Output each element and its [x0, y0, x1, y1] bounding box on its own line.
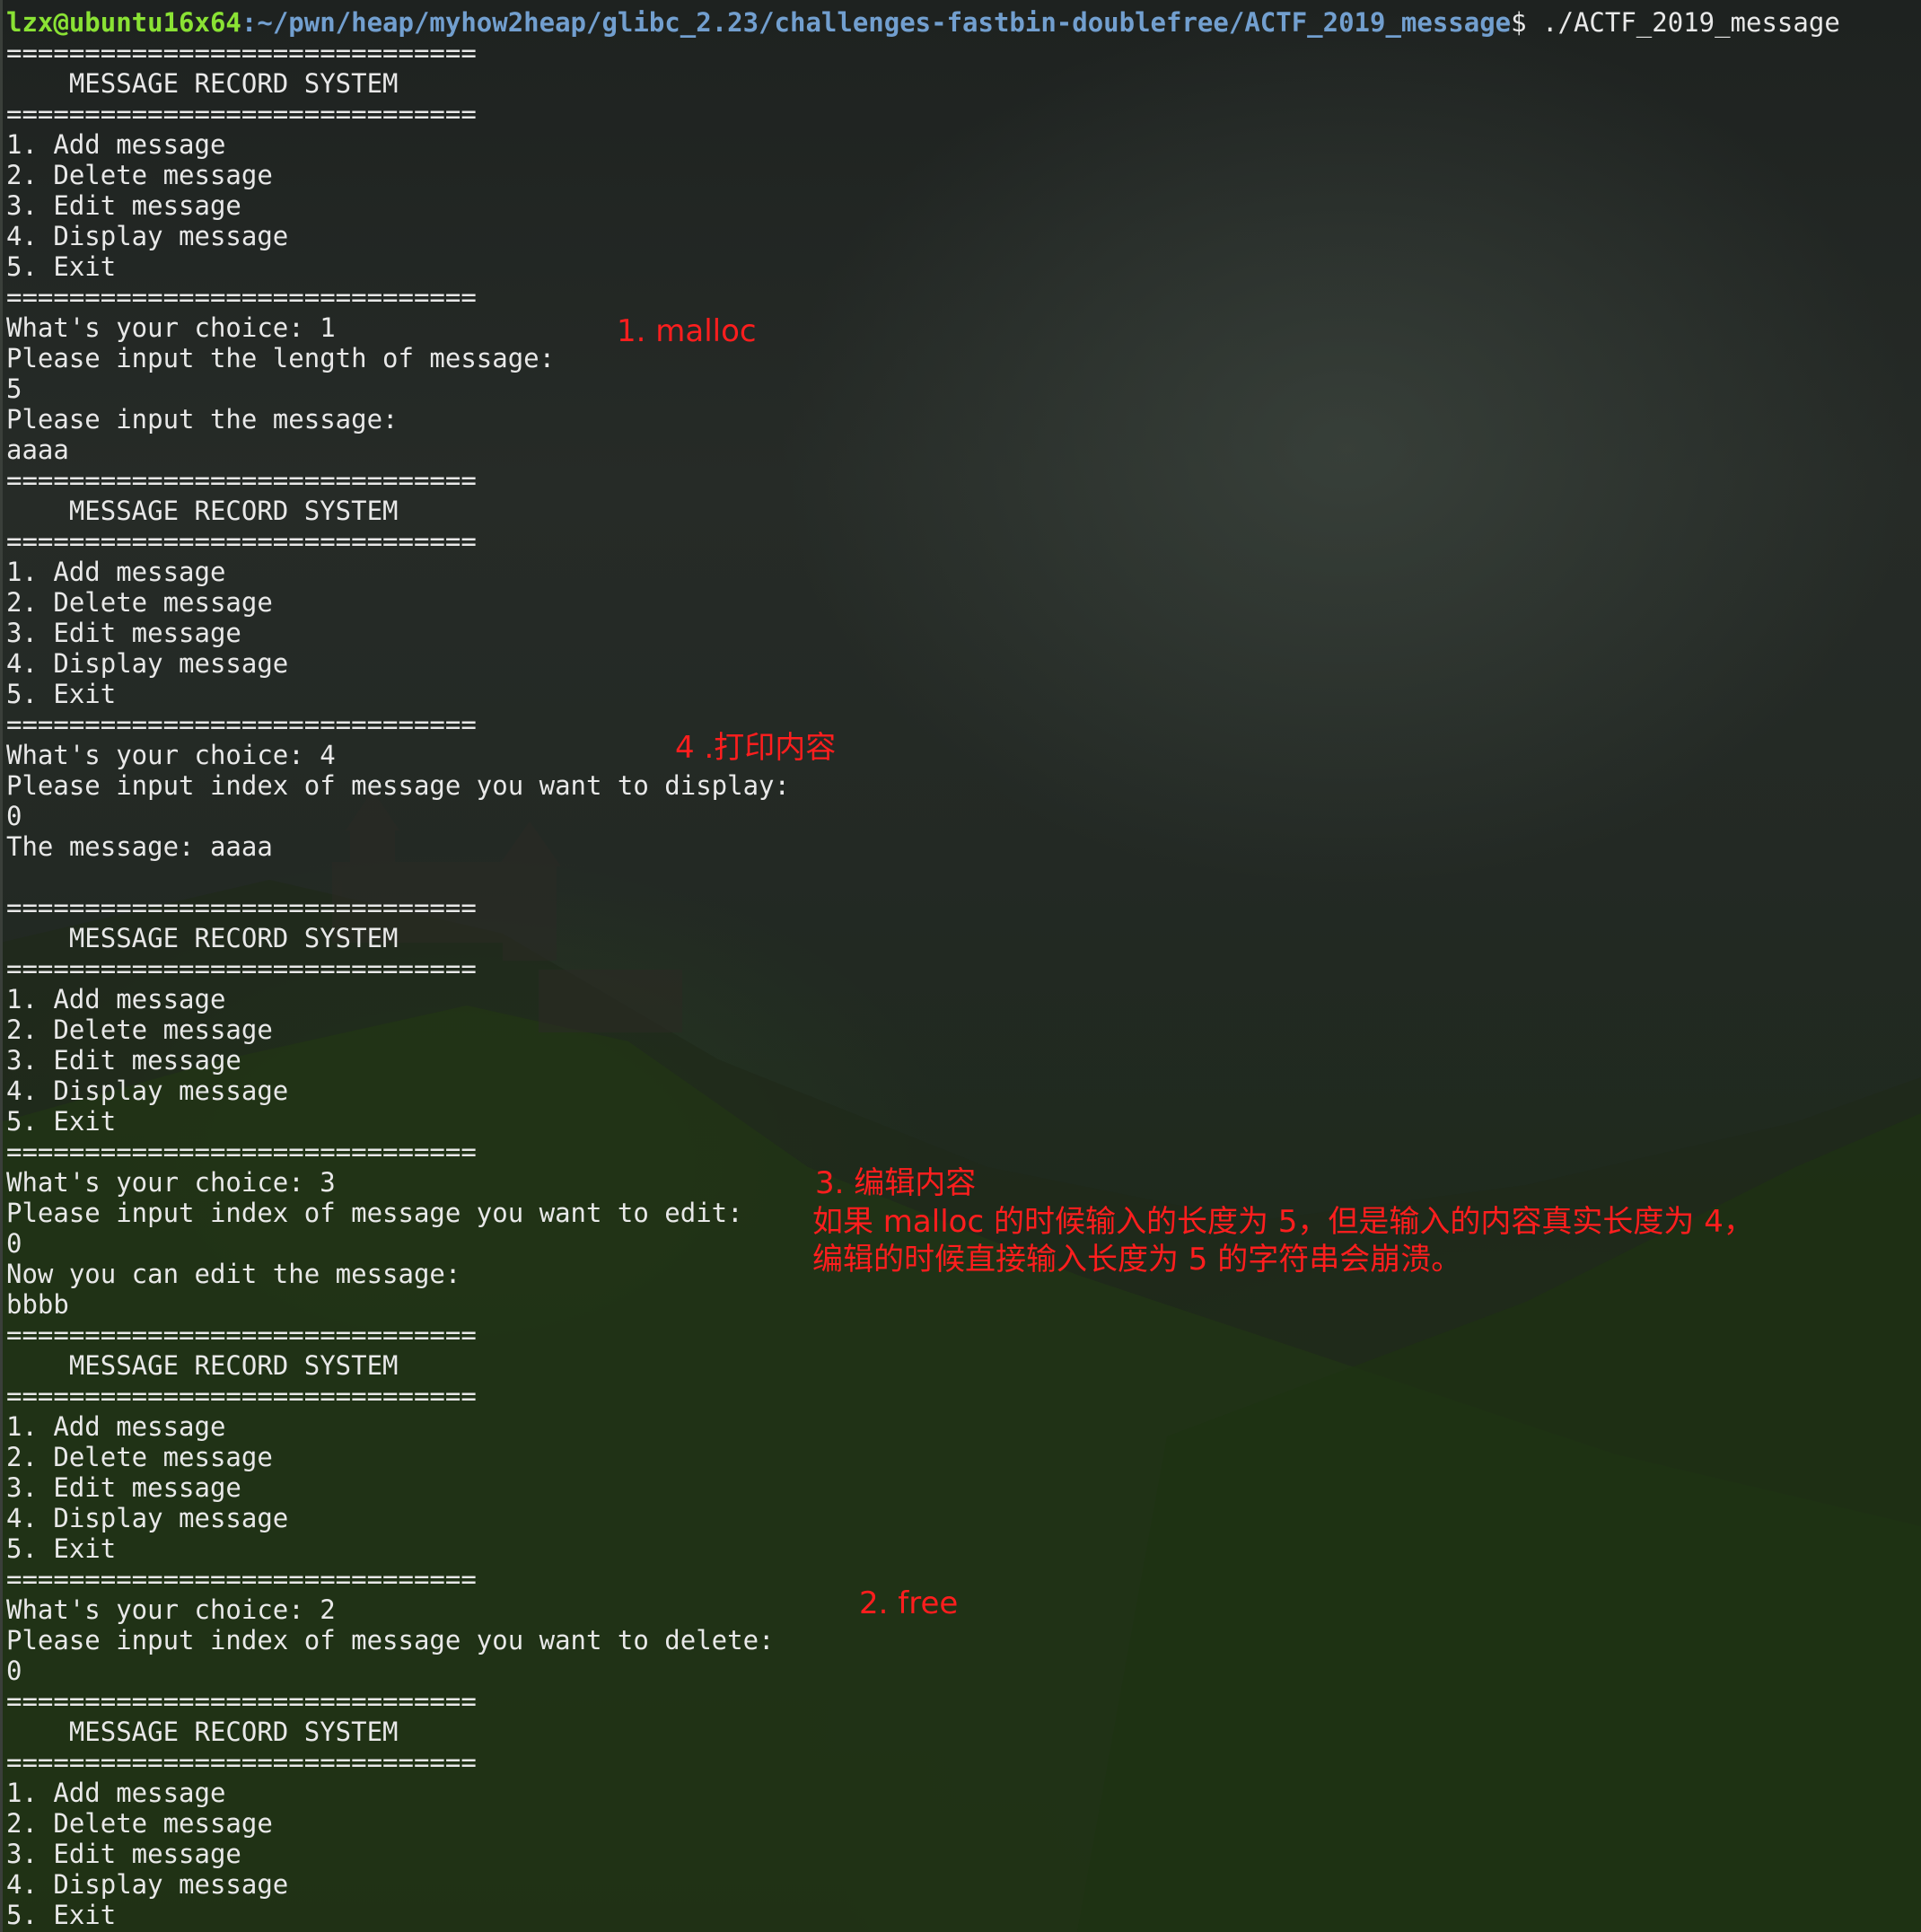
terminal-line: ==============================: [6, 709, 477, 740]
terminal-line: 5: [6, 373, 22, 404]
terminal-line: ==============================: [6, 526, 477, 557]
terminal-line: bbbb: [6, 1289, 69, 1320]
terminal-line: Please input index of message you want t…: [6, 770, 790, 801]
terminal-line: 4. Display message: [6, 221, 289, 251]
terminal-line: Please input the length of message:: [6, 343, 556, 373]
prompt-command: $ ./ACTF_2019_message: [1511, 7, 1840, 38]
terminal-line: 1. Add message: [6, 557, 226, 587]
terminal-line: ==============================: [6, 1381, 477, 1411]
program-output-lines: ============================== MESSAGE R…: [6, 38, 1840, 1930]
annotation-display: 4 .打印内容: [675, 730, 837, 766]
terminal-line: What's your choice: 4: [6, 740, 336, 770]
terminal-line: MESSAGE RECORD SYSTEM: [6, 923, 399, 953]
annotation-edit-note-1: 如果 malloc 的时候输入的长度为 5，但是输入的内容真实长度为 4，: [812, 1204, 1754, 1240]
terminal-line: ==============================: [6, 1747, 477, 1778]
terminal-line: What's your choice: 1: [6, 312, 336, 343]
annotation-malloc: 1. malloc: [617, 313, 757, 349]
prompt-user-host: lzx@ubuntu16x64: [6, 7, 241, 38]
terminal-line: 5. Exit: [6, 679, 117, 709]
prompt-path: :~/pwn/heap/myhow2heap/glibc_2.23/challe…: [241, 7, 1512, 38]
terminal-line: ==============================: [6, 953, 477, 984]
terminal-line: 1. Add message: [6, 129, 226, 160]
terminal-line: 4. Display message: [6, 648, 289, 679]
terminal-window[interactable]: lzx@ubuntu16x64:~/pwn/heap/myhow2heap/gl…: [0, 0, 1921, 1932]
terminal-line: 5. Exit: [6, 251, 117, 282]
terminal-line: 2. Delete message: [6, 160, 273, 190]
terminal-line: 5. Exit: [6, 1533, 117, 1564]
terminal-line: 1. Add message: [6, 1411, 226, 1442]
terminal-line: 1. Add message: [6, 984, 226, 1014]
terminal-line: 0: [6, 801, 22, 831]
terminal-line: MESSAGE RECORD SYSTEM: [6, 68, 399, 99]
shell-prompt-line: lzx@ubuntu16x64:~/pwn/heap/myhow2heap/gl…: [6, 7, 1840, 38]
terminal-line: 3. Edit message: [6, 1839, 241, 1869]
terminal-line: 0: [6, 1655, 22, 1686]
terminal-output: lzx@ubuntu16x64:~/pwn/heap/myhow2heap/gl…: [6, 7, 1840, 1930]
terminal-line: MESSAGE RECORD SYSTEM: [6, 1350, 399, 1381]
annotation-edit-title: 3. 编辑内容: [815, 1165, 977, 1201]
terminal-line: 2. Delete message: [6, 1014, 273, 1045]
terminal-line: 3. Edit message: [6, 1045, 241, 1076]
terminal-line: 3. Edit message: [6, 1472, 241, 1503]
terminal-line: ==============================: [6, 1320, 477, 1350]
window-left-border: [0, 0, 3, 1932]
terminal-line: 5. Exit: [6, 1106, 117, 1137]
terminal-line: 4. Display message: [6, 1503, 289, 1533]
terminal-line: ==============================: [6, 282, 477, 312]
terminal-line: Please input the message:: [6, 404, 399, 435]
terminal-line: The message: aaaa: [6, 831, 273, 862]
terminal-line: 2. Delete message: [6, 1808, 273, 1839]
terminal-line: 5. Exit: [6, 1900, 117, 1930]
annotation-free: 2. free: [859, 1585, 959, 1621]
terminal-line: ==============================: [6, 1137, 477, 1167]
terminal-line: 1. Add message: [6, 1778, 226, 1808]
terminal-line: 3. Edit message: [6, 618, 241, 648]
terminal-line: ==============================: [6, 99, 477, 129]
terminal-line: ==============================: [6, 465, 477, 496]
terminal-line: Please input index of message you want t…: [6, 1625, 775, 1655]
terminal-line: 2. Delete message: [6, 1442, 273, 1472]
terminal-line: 4. Display message: [6, 1076, 289, 1106]
terminal-line: MESSAGE RECORD SYSTEM: [6, 496, 399, 526]
terminal-line: 2. Delete message: [6, 587, 273, 618]
terminal-line: ==============================: [6, 1686, 477, 1717]
terminal-line: ==============================: [6, 38, 477, 68]
terminal-line: ==============================: [6, 892, 477, 923]
annotation-edit-note-2: 编辑的时候直接输入长度为 5 的字符串会崩溃。: [812, 1242, 1462, 1278]
terminal-line: 3. Edit message: [6, 190, 241, 221]
terminal-line: 4. Display message: [6, 1869, 289, 1900]
terminal-line: MESSAGE RECORD SYSTEM: [6, 1717, 399, 1747]
terminal-line: aaaa: [6, 435, 69, 465]
